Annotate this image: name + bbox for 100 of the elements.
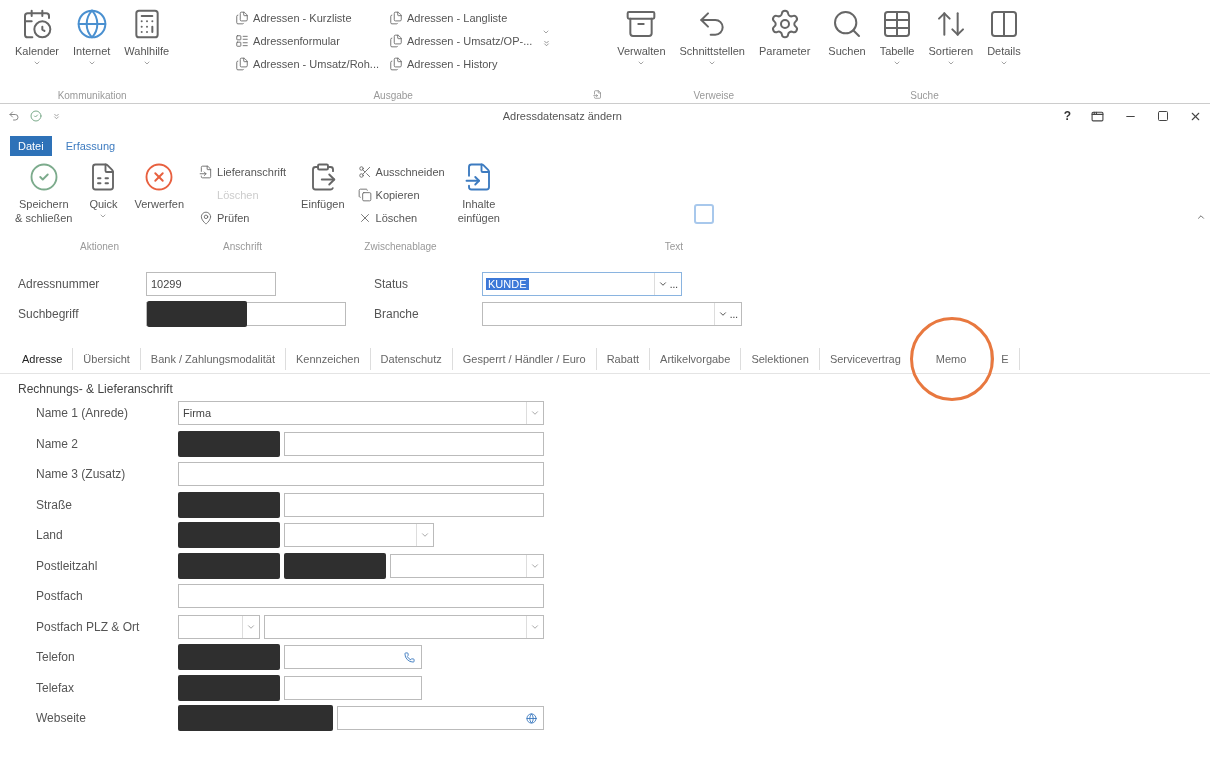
field-value: 10299 [150,278,183,290]
field-label: Straße [36,497,73,512]
select-field[interactable] [263,614,544,639]
field-label: Suchbegriff [18,307,80,321]
customize-icon[interactable] [52,111,61,121]
record-tab[interactable]: Übersicht [73,347,141,370]
field-label: Postleitzahl [36,558,99,573]
record-tab[interactable]: Gesperrt / Händler / Euro [452,347,597,370]
select-field[interactable]: Firma [178,401,544,426]
ribbon-item[interactable]: Adressen - Umsatz/OP-... [389,31,533,51]
ribbon-item[interactable]: Adressen - History [389,54,533,74]
copy-icon [357,188,372,202]
ribbon-item[interactable]: Lieferanschrift [199,162,287,182]
ribbon-button[interactable]: Speichern & schließen [12,162,76,226]
ribbon-button[interactable]: Tabelle [876,8,918,67]
input-field[interactable] [284,431,544,456]
group-label: Aktionen [80,241,119,254]
field-label: Name 1 (Anrede) [36,406,130,421]
field-label: Name 3 (Zusatz) [36,467,127,482]
field-label: Adressnummer [18,277,101,291]
more-icon[interactable] [542,39,552,48]
scroll-down-icon[interactable] [542,28,551,36]
ribbon-button[interactable]: Parameter [755,8,814,67]
input-field[interactable] [284,675,422,700]
record-tab[interactable]: Kennzeichen [285,347,371,370]
ribbon-button[interactable]: Internet [70,8,114,67]
select-field[interactable] [284,523,434,548]
ribbon-button[interactable]: Wahlhilfe [121,8,173,67]
text-box-icon[interactable] [691,202,716,226]
group-label: Text [664,241,684,254]
input-field[interactable] [146,302,346,326]
select-field[interactable] [390,553,544,578]
ribbon-button[interactable]: Suchen [825,8,869,67]
group-label: Suche [910,90,939,103]
group-label: Anschrift [223,241,262,254]
ribbon-button[interactable]: Kalender [12,8,63,67]
group-label: Kommunikation [57,90,127,103]
record-tab[interactable]: E [991,347,1020,370]
undo-icon[interactable] [8,110,20,122]
record-tab[interactable]: Servicevertrag [819,347,912,370]
select-field[interactable] [178,614,260,639]
ribbon-item[interactable]: Löschen [357,208,445,228]
lookup-field[interactable]: KUNDE ... [482,272,682,296]
ribbon-button[interactable]: Schnittstellen [676,8,748,67]
globe-icon[interactable] [526,712,537,724]
ribbon-display-icon[interactable] [1091,109,1104,123]
phone-icon[interactable] [404,651,415,663]
section-title: Rechnungs- & Lieferanschrift [18,382,174,396]
record-tab[interactable]: Selektionen [741,347,820,370]
ribbon-item[interactable]: Prüfen [199,208,287,228]
launcher-icon[interactable] [593,90,603,99]
ribbon-button[interactable]: Inhalte einfügen [454,162,503,226]
field-label: Status [374,277,410,291]
ribbon-button[interactable]: Einfügen [298,162,348,212]
dropdown-icon[interactable] [657,279,668,289]
globe-icon [75,8,108,40]
lookup-button[interactable]: ... [729,308,738,320]
group-label: Verweise [693,90,735,103]
field-label: Postfach PLZ & Ort [36,619,141,634]
cabinet-icon [625,8,658,40]
ribbon-button[interactable]: Verwerfen [131,162,187,212]
record-tab[interactable]: Rabatt [596,347,651,370]
check-circle-icon [28,162,59,192]
cancel-circle-icon [144,162,175,192]
dropdown-icon[interactable] [717,309,728,319]
field-label: Branche [374,307,420,321]
input-field[interactable] [178,584,544,609]
field-label: Land [36,528,64,543]
ribbon-item[interactable]: Adressen - Langliste [389,8,533,28]
lookup-field[interactable]: ... [482,302,742,326]
maximize-icon[interactable] [1157,110,1169,122]
input-field[interactable] [178,462,544,487]
record-tab[interactable]: Artikelvorgabe [650,347,742,370]
input-field[interactable] [337,706,544,731]
ribbon-item[interactable]: Adressenformular [235,31,379,51]
collapse-icon[interactable] [1196,212,1206,222]
calendar-icon [21,8,53,40]
ribbon-tab[interactable]: Datei [10,136,52,156]
record-tab[interactable]: Datenschutz [370,347,453,370]
group-label: Zwischenablage [364,241,437,254]
group-label: Ausgabe [373,90,413,103]
window-title: Adressdatensatz ändern [501,110,623,122]
input-field[interactable] [284,492,544,517]
record-tab[interactable]: Bank / Zahlungsmodalität [140,347,286,370]
ribbon-item[interactable]: Adressen - Kurzliste [235,8,379,28]
field-label: Postfach [36,589,84,604]
ribbon-tab[interactable]: Erfassung [57,136,124,156]
input-field[interactable]: 10299 [146,272,276,296]
check-circle-icon[interactable] [30,110,42,122]
lookup-button[interactable]: ... [669,278,678,290]
ribbon-item[interactable]: Adressen - Umsatz/Roh... [235,54,379,74]
ribbon-button[interactable]: Verwalten [614,8,669,67]
ribbon-item[interactable]: Ausschneiden [357,162,445,182]
ribbon-button[interactable]: Details [984,8,1024,67]
ribbon-button[interactable]: Quick [85,162,122,220]
ribbon-item[interactable]: Kopieren [357,185,445,205]
record-tab[interactable]: Memo [911,347,992,370]
ribbon-button[interactable]: Sortieren [925,8,977,67]
input-field[interactable] [284,645,422,670]
help-button[interactable]: ? [1063,109,1071,123]
